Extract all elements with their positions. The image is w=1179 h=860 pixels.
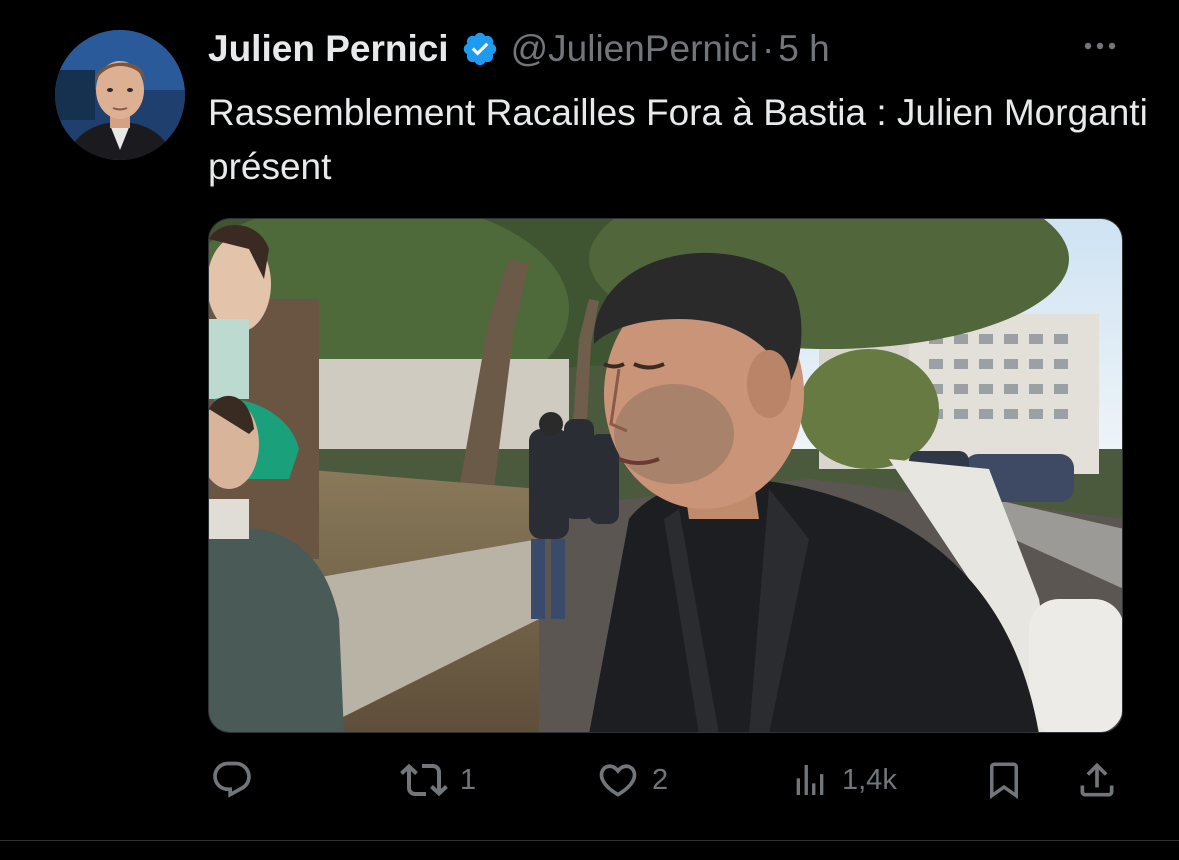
views-count: 1,4k [842,763,897,796]
timestamp[interactable]: 5 h [778,28,829,70]
views-button[interactable]: 1,4k [790,752,897,808]
author-handle[interactable]: @JulienPernici [511,28,758,70]
photo-image [209,219,1122,732]
bookmark-icon [990,762,1018,800]
tweet-divider [0,840,1179,841]
avatar[interactable] [55,30,185,160]
verified-badge-icon[interactable] [461,30,499,68]
more-dots-icon [1084,42,1116,50]
retweet-count: 1 [460,763,477,796]
retweet-button[interactable]: 1 [400,752,476,808]
like-count: 2 [652,763,669,796]
tweet[interactable]: Julien Pernici @JulienPernici · 5 h Rass… [0,0,1179,860]
tweet-media-photo[interactable] [208,218,1123,733]
action-bar: 1 2 1,4k [0,752,1179,808]
author-display-name[interactable]: Julien Pernici [208,28,449,70]
more-options-button[interactable] [1080,36,1120,56]
share-icon [1080,762,1114,797]
avatar-image [55,30,185,160]
analytics-icon [796,765,824,795]
reply-icon [213,761,251,798]
retweet-icon [400,763,448,797]
reply-button[interactable] [210,752,254,808]
share-button[interactable] [1075,752,1119,808]
header-separator: · [761,28,775,69]
tweet-header: Julien Pernici @JulienPernici · 5 h [208,26,830,72]
bookmark-button[interactable] [983,752,1025,808]
like-button[interactable]: 2 [596,752,668,808]
heart-icon [599,764,637,797]
tweet-text: Rassemblement Racailles Fora à Bastia : … [208,92,1148,187]
